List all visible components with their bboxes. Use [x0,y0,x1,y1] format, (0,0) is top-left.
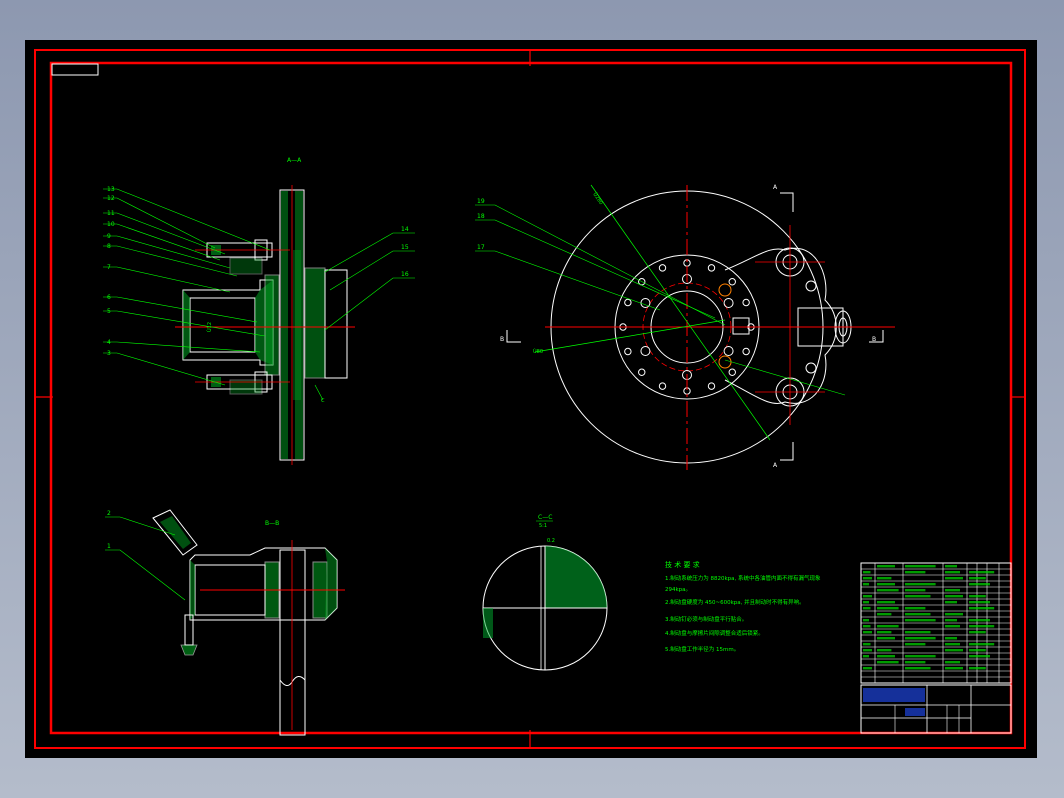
leader-label: 12 [107,195,115,202]
svg-text:B: B [872,336,876,343]
note-line: 2.制动盘硬度为 450~600kpa, 并且制动时不得有异响。 [665,598,805,606]
front-view-disc: Ù280 Ù80 A A B B 19 18 17 [475,184,895,470]
leader-label: 5 [107,308,111,315]
leader-label: 2 [107,510,111,517]
hub-hole [640,346,651,356]
section-c-c: C—C 5:1 0.2 [482,514,608,671]
leader-label: 7 [107,264,111,271]
note-line: 294kpa。 [665,587,691,593]
leader-label: 8 [107,243,111,250]
section-aa-title: A—A [287,157,302,164]
svg-text:0.2: 0.2 [547,538,555,544]
bolt-hole [742,298,750,307]
svg-text:B—B: B—B [265,520,279,527]
leader-label: 16 [401,271,409,278]
leader-label: 9 [107,233,111,240]
note-line: 5.制动盘工作半径为 15mm。 [665,645,739,653]
bolt-hole [624,298,632,307]
bolt-hole [707,382,716,390]
leader-label: 6 [107,294,111,301]
svg-text:5:1: 5:1 [539,523,547,529]
leader-label: 17 [477,244,485,251]
bolt-hole [638,368,646,376]
svg-text:Ù280: Ù280 [591,191,604,206]
svg-text:B: B [500,336,504,343]
parts-list-table [860,562,1012,684]
drawing-number-box [51,63,99,76]
bolt-hole [658,382,667,390]
leader-label: 13 [107,186,115,193]
leader-label: 3 [107,350,111,357]
leader-label: 15 [401,244,409,251]
hub-hole [723,346,734,356]
leader-label: 18 [477,213,485,220]
note-line: 3.制动钉必须与制动盘平行贴合。 [665,615,747,623]
leader-label: 1 [107,543,111,550]
bolt-hole [658,264,667,272]
svg-text:A: A [773,462,778,469]
drawing-canvas: A—A Ù12 C 131211109876543 141516 Ù280 Ù8… [34,49,1026,749]
centering-marks [35,50,1025,748]
bolt-hole [728,368,736,376]
cad-viewport[interactable]: A—A Ù12 C 13 12 11 10 9 8 7 6 5 4 3 14 1… [25,40,1037,758]
notes-heading: 技 术 要 求 [665,560,700,569]
bolt-hole [728,278,736,286]
bolt-hole [707,264,716,272]
title-block [860,684,1012,734]
note-line: 4.制动盘与摩擦片间隙调整合适后锁紧。 [665,629,764,637]
outer-frame [34,49,1026,749]
svg-text:Ù80: Ù80 [533,348,543,355]
technical-requirements: 技 术 要 求 1.制动系统压力为 8820kpa, 系统中各油管内面不得有漏气… [665,560,821,653]
leader-label: 4 [107,339,111,346]
bolt-hole [624,347,632,356]
section-b-b: B—B 2 1 [105,509,345,736]
bolt-hole [742,347,750,356]
leader-label: 11 [107,210,115,217]
leader-label: 10 [107,221,115,228]
svg-text:C—C: C—C [538,514,552,521]
leader-label: 19 [477,198,485,205]
note-line: 1.制动系统压力为 8820kpa, 系统中各油管内面不得有漏气现象 [665,574,821,582]
section-a-a: A—A Ù12 C 131211109876543 141516 [103,157,415,465]
hub-hole [723,298,734,308]
leader-label: 14 [401,226,409,233]
svg-text:C: C [321,398,325,404]
svg-text:A: A [773,184,778,191]
